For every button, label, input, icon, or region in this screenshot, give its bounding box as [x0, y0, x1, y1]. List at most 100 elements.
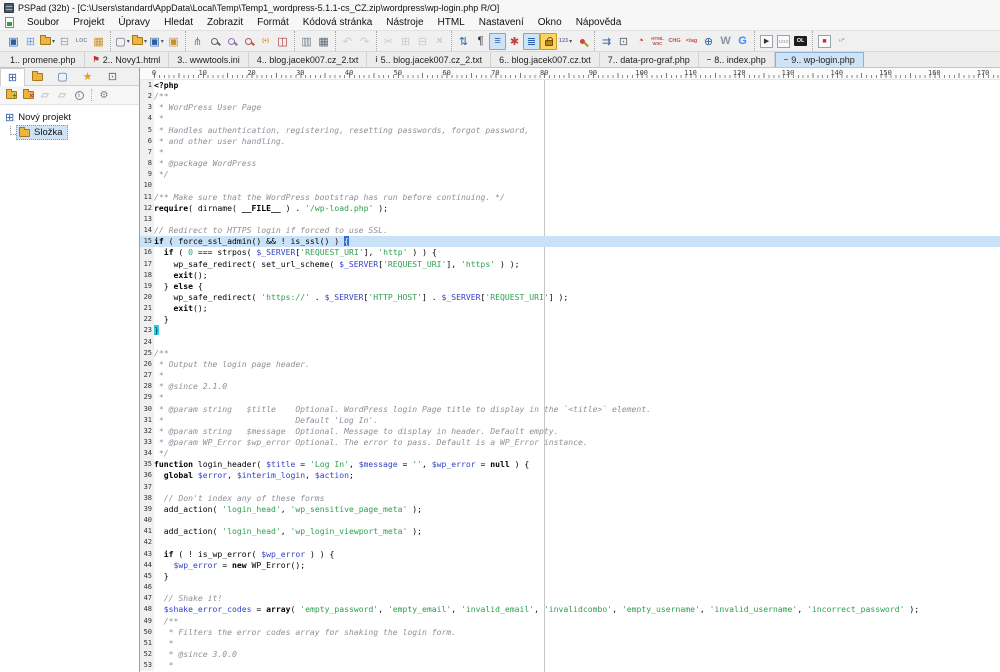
ruler-mark: 90: [589, 69, 597, 77]
code-line: 21 exit();: [140, 303, 1000, 314]
code-explorer-icon[interactable]: ⋔: [189, 33, 206, 50]
open-project-icon[interactable]: ▾: [39, 33, 56, 50]
menu-hledat[interactable]: Hledat: [157, 17, 200, 28]
indent-icon[interactable]: ⇉: [598, 33, 615, 50]
line-number: 31: [140, 415, 154, 426]
panel-tab-project[interactable]: ⊞: [0, 68, 25, 86]
project-open-folder-icon[interactable]: ▱: [54, 87, 70, 103]
panel-tab-files[interactable]: [25, 68, 50, 86]
save-all-icon[interactable]: ▣: [165, 33, 182, 50]
tree-item-project-root[interactable]: ⊞ Nový projekt: [3, 110, 136, 125]
print-preview-icon[interactable]: ▥: [298, 33, 315, 50]
menu-html[interactable]: HTML: [431, 17, 472, 28]
code-text: exit();: [154, 303, 1000, 314]
google-search-icon[interactable]: G: [734, 33, 751, 50]
redo-icon[interactable]: ↷: [356, 33, 373, 50]
char-code-icon[interactable]: 123▾: [557, 33, 574, 50]
tree-item-folder-selected[interactable]: Složka: [16, 125, 68, 140]
code-line: 45 }: [140, 571, 1000, 582]
script-template-icon[interactable]: ‹›*: [833, 33, 850, 50]
formatting-marks-icon[interactable]: ¶: [472, 33, 489, 50]
project-settings-icon[interactable]: ▦: [90, 33, 107, 50]
pin-tab-icon[interactable]: [574, 33, 591, 50]
syntax-highlight-icon[interactable]: ✱: [506, 33, 523, 50]
menu-zobrazit[interactable]: Zobrazit: [200, 17, 250, 28]
file-tab[interactable]: i5.. blog.jacek007.cz_2.txt: [367, 52, 491, 67]
menu-soubor[interactable]: Soubor: [20, 17, 66, 28]
ruler-mark: 10: [199, 69, 207, 77]
code-line: 50 * Filters the error codes array for s…: [140, 627, 1000, 638]
code-line: 18 exit();: [140, 270, 1000, 281]
undo-icon[interactable]: ↶: [339, 33, 356, 50]
print-icon[interactable]: ▦: [315, 33, 332, 50]
menu-pravy[interactable]: Úpravy: [111, 17, 157, 28]
w3c-filter-icon[interactable]: W: [717, 33, 734, 50]
file-tab-active[interactable]: –9.. wp-login.php: [775, 52, 864, 67]
console-icon[interactable]: OL: [792, 33, 809, 50]
file-tab-label: 9.. wp-login.php: [791, 55, 855, 65]
code-text: [154, 537, 1000, 548]
paste-icon[interactable]: ⊟: [414, 33, 431, 50]
menu-projekt[interactable]: Projekt: [66, 17, 111, 28]
project-loc-icon[interactable]: LOC: [73, 33, 90, 50]
file-tab[interactable]: 1.. promene.php: [2, 52, 85, 67]
panel-tab-windows[interactable]: ⊡: [100, 68, 125, 86]
code-text: * @param string $message Optional. Messa…: [154, 426, 1000, 437]
open-file-icon[interactable]: ▾: [131, 33, 148, 50]
add-file-to-project-icon[interactable]: ⊟: [56, 33, 73, 50]
cut-icon[interactable]: ✂: [380, 33, 397, 50]
new-file-icon[interactable]: ▢▾: [114, 33, 131, 50]
panel-tab-favorites[interactable]: ★: [75, 68, 100, 86]
project-tools-icon[interactable]: ⚙: [96, 87, 112, 103]
project-add-folder-icon[interactable]: +: [3, 87, 19, 103]
replace-icon[interactable]: [223, 33, 240, 50]
compare-files-icon[interactable]: ◫: [274, 33, 291, 50]
panel-tab-desktop[interactable]: ▢: [50, 68, 75, 86]
project-remove-folder-icon[interactable]: ×: [20, 87, 36, 103]
tag-tools-icon[interactable]: <tag: [683, 33, 700, 50]
line-number: 9: [140, 169, 154, 180]
menu-nstroje[interactable]: Nástroje: [379, 17, 430, 28]
file-tab-bar: 1.. promene.php⚑2.. Novy1.html3.. wwwtoo…: [0, 52, 1000, 68]
run-script-icon[interactable]: ▶: [758, 33, 775, 50]
line-number: 43: [140, 549, 154, 560]
search-in-files-icon[interactable]: [240, 33, 257, 50]
file-tab[interactable]: ⚑2.. Novy1.html: [85, 52, 170, 67]
code-area[interactable]: 1<?php2/**3 * WordPress User Page4 *5 * …: [140, 80, 1000, 672]
project-info-icon[interactable]: i: [71, 87, 87, 103]
sort-icon[interactable]: ⇅: [455, 33, 472, 50]
read-only-lock-icon[interactable]: [540, 33, 557, 50]
new-project-icon[interactable]: ▣: [5, 33, 22, 50]
save-file-icon[interactable]: ▣▾: [148, 33, 165, 50]
menu-nastaven[interactable]: Nastavení: [472, 17, 531, 28]
file-tab[interactable]: 6.. blog.jacek007.cz.txt: [491, 52, 600, 67]
search-icon[interactable]: [206, 33, 223, 50]
ruler-mark: 100: [635, 69, 648, 77]
folder-label: Složka: [34, 127, 63, 138]
copy-project-icon[interactable]: ⊞: [22, 33, 39, 50]
new-window-icon[interactable]: ⊡: [615, 33, 632, 50]
word-wrap-icon[interactable]: ≡: [489, 33, 506, 50]
file-tab[interactable]: 4.. blog.jacek007.cz_2.txt: [249, 52, 368, 67]
html-validator-icon[interactable]: HTMLW3C: [649, 33, 666, 50]
chg-converter-icon[interactable]: CHG: [666, 33, 683, 50]
line-number: 47: [140, 593, 154, 604]
binary-view-icon[interactable]: 1010: [775, 33, 792, 50]
file-tab[interactable]: 7.. data-pro-graf.php: [600, 52, 699, 67]
file-tab[interactable]: 3.. wwwtools.ini: [169, 52, 249, 67]
chart-icon[interactable]: ◔: [632, 33, 649, 50]
file-tab[interactable]: –8.. index.php: [699, 52, 775, 67]
menu-npovda[interactable]: Nápověda: [569, 17, 629, 28]
web-globe-icon[interactable]: ⊕: [700, 33, 717, 50]
project-new-folder-icon[interactable]: ▱: [37, 87, 53, 103]
matching-bracket-icon[interactable]: (+): [257, 33, 274, 50]
menu-formt[interactable]: Formát: [250, 17, 296, 28]
delete-icon[interactable]: ×: [431, 33, 448, 50]
menu-kdovstrnka[interactable]: Kódová stránka: [296, 17, 380, 28]
record-macro-icon[interactable]: ■: [816, 33, 833, 50]
line-numbers-icon[interactable]: ≣: [523, 33, 540, 50]
copy-icon[interactable]: ⊞: [397, 33, 414, 50]
line-number: 6: [140, 136, 154, 147]
line-number: 3: [140, 102, 154, 113]
menu-okno[interactable]: Okno: [531, 17, 569, 28]
